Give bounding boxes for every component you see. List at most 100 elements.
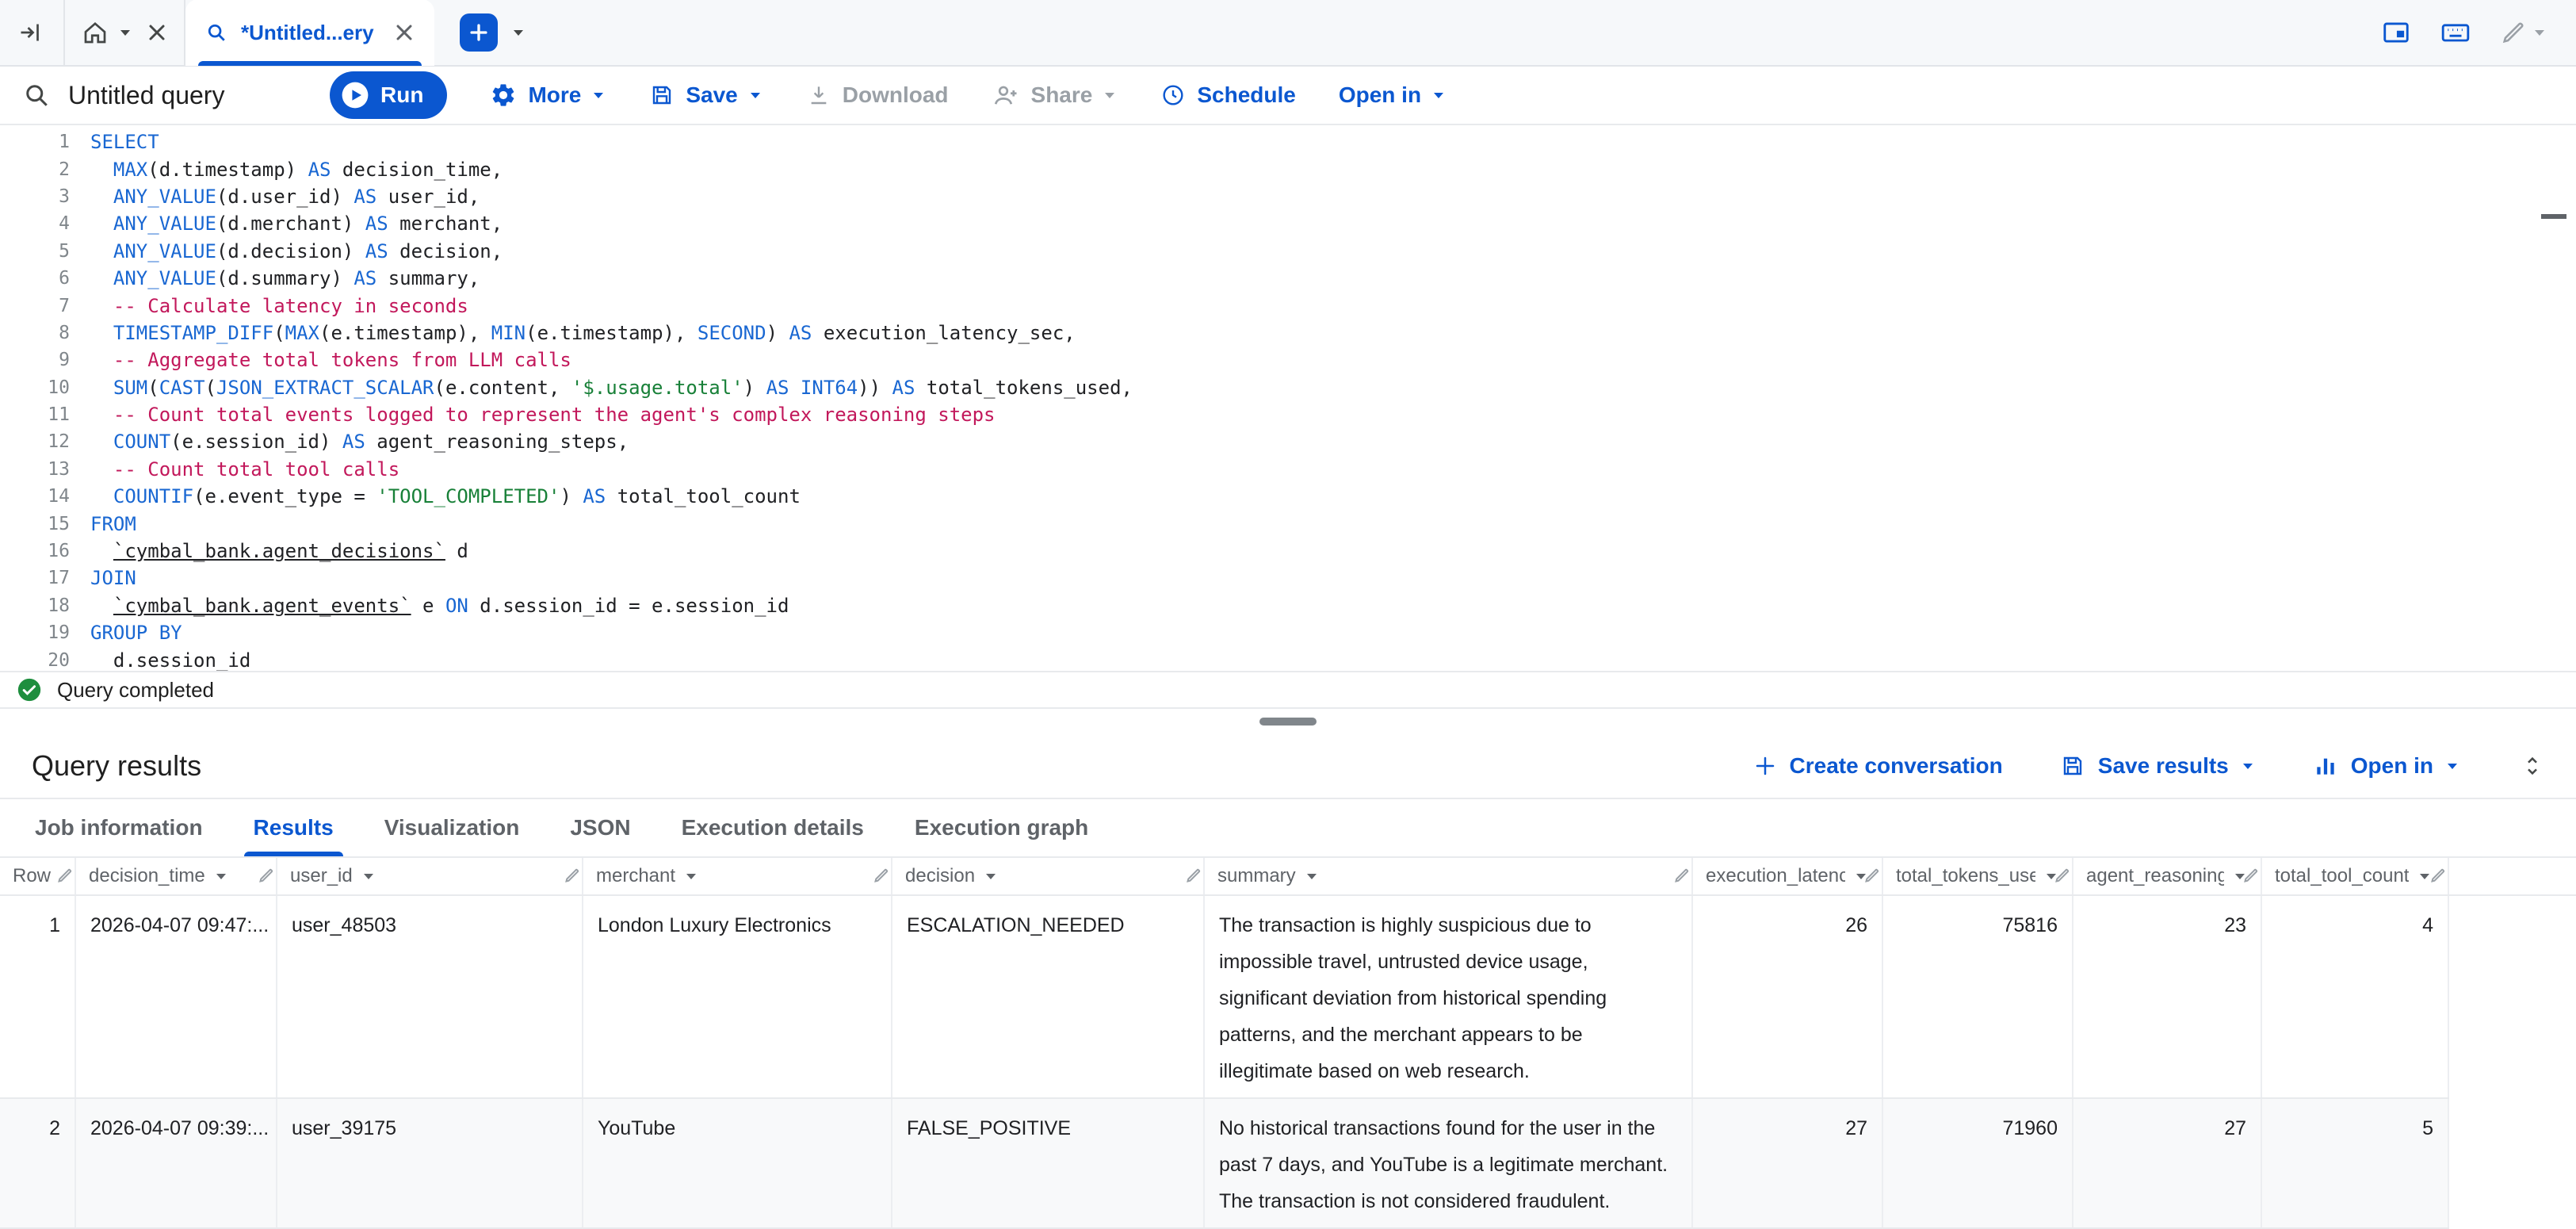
code-line: 10 SUM(CAST(JSON_EXTRACT_SCALAR(e.conten…: [0, 374, 2576, 401]
chevron-down-icon: [590, 87, 606, 103]
collapse-panel-icon: [17, 18, 46, 47]
edit-column-icon[interactable]: [257, 866, 276, 885]
code-text: SELECT: [70, 131, 159, 153]
query-tab-icon: [204, 21, 228, 44]
edit-column-icon[interactable]: [2429, 866, 2448, 885]
column-header-summary[interactable]: summary: [1205, 858, 1693, 894]
column-header-label: agent_reasoning_...: [2086, 865, 2224, 887]
new-tab-button[interactable]: [460, 13, 498, 52]
edit-column-icon[interactable]: [1863, 866, 1882, 885]
code-text: -- Calculate latency in seconds: [70, 295, 468, 317]
code-line: 8 TIMESTAMP_DIFF(MAX(e.timestamp), MIN(e…: [0, 320, 2576, 346]
line-number: 2: [0, 159, 70, 180]
results-table: Row decision_time user_idmerchantdecisions…: [0, 858, 2576, 1229]
sql-editor[interactable]: 1SELECT2 MAX(d.timestamp) AS decision_ti…: [0, 125, 2576, 671]
column-header-user-id[interactable]: user_id: [277, 858, 583, 894]
code-line: 16 `cymbal_bank.agent_decisions` d: [0, 538, 2576, 565]
column-header-decision-time[interactable]: decision_time: [76, 858, 277, 894]
results-tab-execution-graph[interactable]: Execution graph: [889, 799, 1114, 856]
column-header-merchant[interactable]: merchant: [583, 858, 892, 894]
more-button[interactable]: More: [490, 82, 606, 109]
sort-caret-icon[interactable]: [361, 868, 376, 884]
line-number: 19: [0, 622, 70, 643]
bigquery-query-editor: { "colors": { "accent": "#0b57d0", "succ…: [0, 0, 2576, 1197]
share-button[interactable]: Share: [992, 81, 1118, 109]
edit-column-icon[interactable]: [872, 866, 891, 885]
column-header-total-tokens-used[interactable]: total_tokens_used: [1883, 858, 2073, 894]
results-title: Query results: [32, 749, 201, 783]
edit-tools-button[interactable]: [2500, 19, 2547, 46]
line-number: 6: [0, 268, 70, 289]
tab-untitled-query[interactable]: *Untitled...ery: [185, 0, 434, 66]
home-tab[interactable]: [63, 0, 185, 66]
save-button[interactable]: Save: [649, 82, 762, 108]
edit-column-icon[interactable]: [1184, 866, 1203, 885]
run-button-label: Run: [380, 82, 423, 108]
sort-caret-icon[interactable]: [1304, 868, 1320, 884]
code-text: JOIN: [70, 567, 136, 589]
edit-column-icon[interactable]: [55, 866, 75, 885]
line-number: 20: [0, 650, 70, 671]
sort-caret-icon[interactable]: [213, 868, 229, 884]
chevron-down-icon: [2444, 758, 2460, 774]
table-row: 22026-04-07 09:39:...user_39175YouTubeFA…: [0, 1099, 2449, 1229]
status-message: Query completed: [57, 678, 214, 703]
line-number: 8: [0, 323, 70, 343]
save-icon: [2060, 753, 2085, 779]
table-cell-decision: FALSE_POSITIVE: [892, 1099, 1205, 1227]
edit-column-icon[interactable]: [2242, 866, 2261, 885]
results-tab-visualization[interactable]: Visualization: [359, 799, 545, 856]
expand-results-icon[interactable]: [2521, 754, 2544, 778]
column-header-label: execution_latenc...: [1706, 865, 1845, 887]
results-tab-execution-details[interactable]: Execution details: [656, 799, 889, 856]
code-line: 18 `cymbal_bank.agent_events` e ON d.ses…: [0, 592, 2576, 619]
dock-window-icon[interactable]: [2381, 17, 2411, 48]
edit-column-icon[interactable]: [1672, 866, 1691, 885]
table-row: 12026-04-07 09:47:...user_48503London Lu…: [0, 896, 2449, 1099]
panel-resize-handle[interactable]: [0, 707, 2576, 734]
save-results-button[interactable]: Save results: [2060, 753, 2256, 779]
code-line: 3 ANY_VALUE(d.user_id) AS user_id,: [0, 183, 2576, 210]
save-results-label: Save results: [2098, 753, 2229, 779]
table-cell-decision-time: 2026-04-07 09:47:...: [76, 896, 277, 1097]
schedule-button[interactable]: Schedule: [1160, 82, 1295, 108]
results-open-in-button[interactable]: Open in: [2313, 753, 2460, 779]
table-cell-row: 1: [0, 896, 76, 1097]
edit-column-icon[interactable]: [563, 866, 582, 885]
check-circle-icon: [16, 676, 43, 703]
edit-column-icon[interactable]: [2053, 866, 2072, 885]
results-tab-results[interactable]: Results: [228, 799, 359, 856]
close-tab-icon[interactable]: [393, 21, 415, 44]
code-line: 20 d.session_id: [0, 646, 2576, 671]
create-conversation-button[interactable]: Create conversation: [1753, 753, 2003, 779]
download-button-label: Download: [843, 82, 949, 108]
column-header-agent-reasoning[interactable]: agent_reasoning_...: [2073, 858, 2262, 894]
sort-caret-icon[interactable]: [683, 868, 699, 884]
new-tab-caret-icon[interactable]: [510, 25, 526, 40]
home-tab-caret-icon[interactable]: [117, 25, 133, 40]
results-tab-json[interactable]: JSON: [545, 799, 655, 856]
download-button[interactable]: Download: [806, 82, 949, 108]
table-cell-total-tokens-used: 71960: [1883, 1099, 2073, 1227]
keyboard-shortcuts-icon[interactable]: [2440, 17, 2471, 48]
column-header-decision[interactable]: decision: [892, 858, 1205, 894]
code-line: 6 ANY_VALUE(d.summary) AS summary,: [0, 265, 2576, 292]
line-number: 10: [0, 377, 70, 398]
scrollbar-thumb[interactable]: [2541, 214, 2566, 219]
results-tab-job-information[interactable]: Job information: [10, 799, 228, 856]
column-header-row[interactable]: Row: [0, 858, 76, 894]
run-button[interactable]: Run: [330, 71, 447, 119]
gear-icon: [490, 82, 517, 109]
sort-caret-icon[interactable]: [983, 868, 999, 884]
column-header-label: decision_time: [89, 865, 205, 887]
line-number: 16: [0, 541, 70, 561]
more-button-label: More: [528, 82, 581, 108]
column-header-total-tool-count[interactable]: total_tool_count: [2262, 858, 2449, 894]
code-line: 4 ANY_VALUE(d.merchant) AS merchant,: [0, 210, 2576, 237]
column-header-execution-latenc[interactable]: execution_latenc...: [1693, 858, 1883, 894]
column-header-label: total_tool_count: [2275, 865, 2409, 887]
home-tab-close-icon[interactable]: [146, 21, 168, 44]
code-line: 15FROM: [0, 510, 2576, 537]
collapse-panel-button[interactable]: [0, 18, 63, 47]
open-in-button[interactable]: Open in: [1339, 82, 1447, 108]
